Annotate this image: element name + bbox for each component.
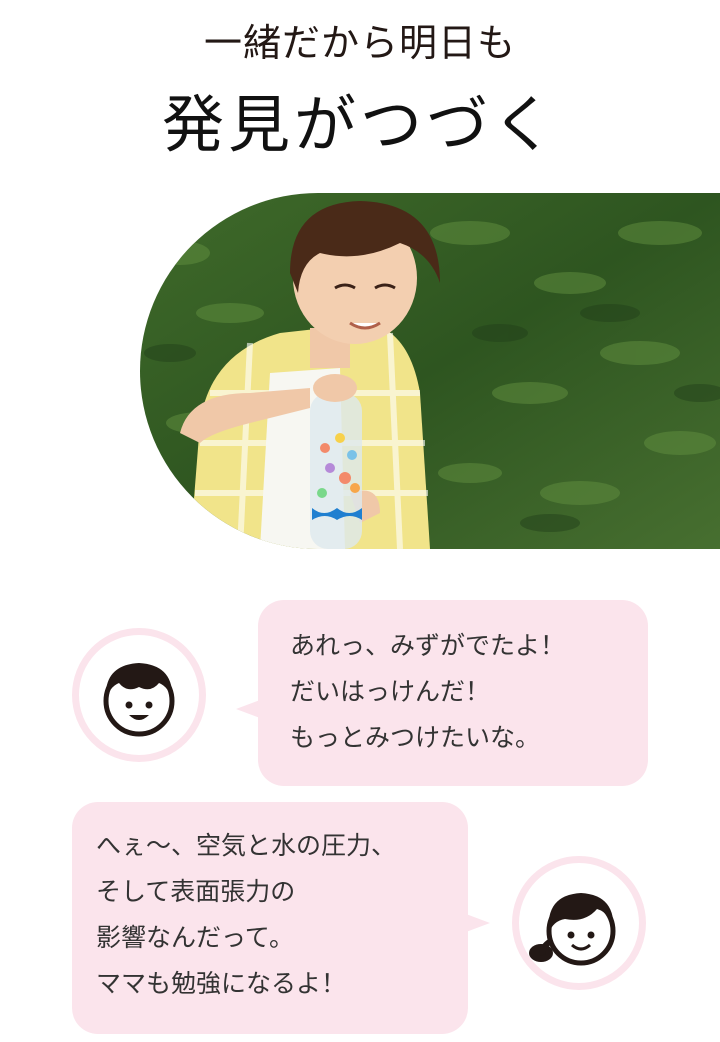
mama-bubble-tail [466,914,490,932]
boy-speech-bubble: あれっ、みずがでたよ！ だいはっけんだ！ もっとみつけたいな。 [258,600,648,786]
hero-photo-illustration [140,193,720,549]
headline-line2: 発見がつづく [161,88,558,161]
mama-line-4: ママも勉強になるよ！ [96,969,347,998]
girl-face-icon [529,893,616,966]
boy-line-1: あれっ、みずがでたよ！ [290,631,566,660]
mama-line-2: そして表面張力の [96,877,296,906]
mama-avatar [512,856,646,990]
boy-face-icon [103,663,175,737]
boy-line-3: もっとみつけたいな。 [290,723,541,752]
mama-line-1: へぇ〜、空気と水の圧力、 [96,831,397,860]
boy-avatar [72,628,206,762]
mama-line-3: 影響なんだって。 [96,923,295,952]
hero-photo [140,193,720,549]
boy-bubble-tail [236,700,260,718]
boy-line-2: だいはっけんだ！ [290,677,491,706]
headline-line1: 一緒だから明日も [203,21,516,65]
mama-speech-bubble: へぇ〜、空気と水の圧力、 そして表面張力の 影響なんだって。 ママも勉強になるよ… [72,802,468,1034]
